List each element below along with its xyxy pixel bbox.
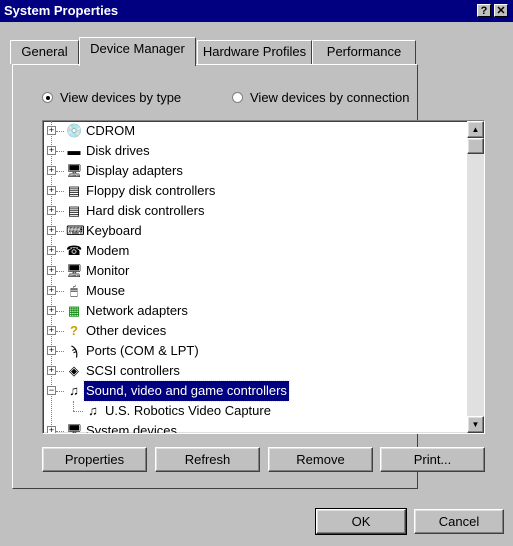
tree-item-system-devices[interactable]: + 🖥 System devices (47, 421, 464, 433)
window-title: System Properties (4, 3, 119, 18)
tree-item-scsi-controllers[interactable]: + ◈ SCSI controllers (47, 361, 464, 381)
tree-item-mouse[interactable]: + 🖱 Mouse (47, 281, 464, 301)
tree-item-label: Disk drives (86, 143, 150, 158)
tab-general[interactable]: General (10, 40, 79, 64)
expand-icon[interactable]: + (47, 146, 56, 155)
tree-item-label: Modem (86, 243, 130, 258)
expand-icon[interactable]: + (47, 426, 56, 433)
tree-item-label: Keyboard (86, 223, 142, 238)
expand-icon[interactable]: + (47, 346, 56, 355)
hard-disk-controller-icon: ▤ (67, 203, 81, 218)
refresh-button[interactable]: Refresh (155, 447, 260, 472)
tree-item-label: Other devices (86, 323, 167, 338)
tree-item-disk-drives[interactable]: + ▬ Disk drives (47, 141, 464, 161)
tree-item-label: System devices (86, 423, 178, 433)
tree-item-monitor[interactable]: + 🖥 Monitor (47, 261, 464, 281)
tree-item-label: SCSI controllers (86, 363, 180, 378)
expand-icon[interactable]: + (47, 246, 56, 255)
network-adapter-icon: ▦ (67, 303, 81, 318)
tree-item-label: Hard disk controllers (86, 203, 205, 218)
tree-item-network-adapters[interactable]: + ▦ Network adapters (47, 301, 464, 321)
tree-item-label-selected: Sound, video and game controllers (83, 380, 290, 402)
tree-item-cdrom[interactable]: + 💿 CDROM (47, 121, 464, 141)
vertical-scrollbar[interactable]: ▲ ▼ (467, 121, 484, 433)
collapse-icon[interactable]: − (47, 386, 56, 395)
radio-unselected-indicator (232, 92, 243, 103)
tree-item-label: U.S. Robotics Video Capture (105, 403, 271, 418)
close-button[interactable]: ✕ (494, 4, 508, 17)
tree-item-other-devices[interactable]: + ? Other devices (47, 321, 464, 341)
tree-item-keyboard[interactable]: + ⌨ Keyboard (47, 221, 464, 241)
radio-selected-indicator (42, 92, 53, 103)
ok-button[interactable]: OK (315, 508, 407, 535)
tab-hardware-profiles[interactable]: Hardware Profiles (197, 40, 312, 64)
keyboard-icon: ⌨ (66, 223, 85, 238)
expand-icon[interactable]: + (47, 226, 56, 235)
port-icon: ϡ (70, 343, 78, 358)
expand-icon[interactable]: + (47, 266, 56, 275)
radio-label-by-type: View devices by type (60, 90, 182, 105)
tab-device-manager[interactable]: Device Manager (79, 37, 196, 66)
scroll-thumb[interactable] (467, 138, 484, 154)
remove-button[interactable]: Remove (268, 447, 373, 472)
expand-icon[interactable]: + (47, 306, 56, 315)
monitor-icon: 🖥 (66, 263, 83, 278)
tree-item-label: Monitor (86, 263, 130, 278)
tree-item-label: Floppy disk controllers (86, 183, 216, 198)
tree-item-label: Ports (COM & LPT) (86, 343, 199, 358)
floppy-controller-icon: ▤ (67, 183, 81, 198)
print-button[interactable]: Print... (380, 447, 485, 472)
expand-icon[interactable]: + (47, 126, 56, 135)
device-tree-content: + 💿 CDROM + ▬ Disk drives + 🖥 Display ad… (47, 121, 464, 433)
expand-icon[interactable]: + (47, 326, 56, 335)
modem-icon: ☎ (66, 243, 83, 258)
radio-view-by-connection[interactable]: View devices by connection (232, 90, 409, 105)
expand-icon[interactable]: + (47, 366, 56, 375)
mouse-icon: 🖱 (70, 283, 78, 298)
expand-icon[interactable]: + (47, 286, 56, 295)
system-devices-icon: 🖥 (66, 423, 83, 433)
tree-item-label: Display adapters (86, 163, 183, 178)
tree-item-display-adapters[interactable]: + 🖥 Display adapters (47, 161, 464, 181)
device-tree[interactable]: + 💿 CDROM + ▬ Disk drives + 🖥 Display ad… (42, 120, 485, 434)
tree-item-hard-disk-controllers[interactable]: + ▤ Hard disk controllers (47, 201, 464, 221)
tree-item-label: Mouse (86, 283, 126, 298)
help-button[interactable]: ? (477, 4, 491, 17)
sound-icon: ♫ (69, 383, 79, 398)
cdrom-icon: 💿 (66, 123, 83, 138)
expand-icon[interactable]: + (47, 206, 56, 215)
tab-performance[interactable]: Performance (312, 40, 416, 64)
radio-label-by-connection: View devices by connection (250, 90, 410, 105)
tree-item-label: CDROM (86, 123, 136, 138)
monitor-icon: 🖥 (66, 163, 83, 178)
tree-item-floppy-controllers[interactable]: + ▤ Floppy disk controllers (47, 181, 464, 201)
sound-icon: ♫ (88, 403, 98, 418)
scsi-icon: ◈ (69, 363, 79, 378)
scroll-down-button[interactable]: ▼ (467, 416, 484, 433)
tree-item-sound-video-game[interactable]: − ♫ Sound, video and game controllers (47, 380, 464, 402)
radio-view-by-type[interactable]: View devices by type (42, 90, 181, 105)
tree-item-ports[interactable]: + ϡ Ports (COM & LPT) (47, 341, 464, 361)
tree-item-usr-video-capture[interactable]: ♫ U.S. Robotics Video Capture (47, 401, 464, 421)
tree-item-modem[interactable]: + ☎ Modem (47, 241, 464, 261)
scroll-up-button[interactable]: ▲ (467, 121, 484, 138)
disk-drive-icon: ▬ (67, 143, 81, 158)
question-icon: ? (70, 323, 78, 338)
expand-icon[interactable]: + (47, 166, 56, 175)
properties-button[interactable]: Properties (42, 447, 147, 472)
title-bar: System Properties ? ✕ (0, 0, 513, 22)
tree-item-label: Network adapters (86, 303, 188, 318)
cancel-button[interactable]: Cancel (414, 509, 504, 534)
expand-icon[interactable]: + (47, 186, 56, 195)
